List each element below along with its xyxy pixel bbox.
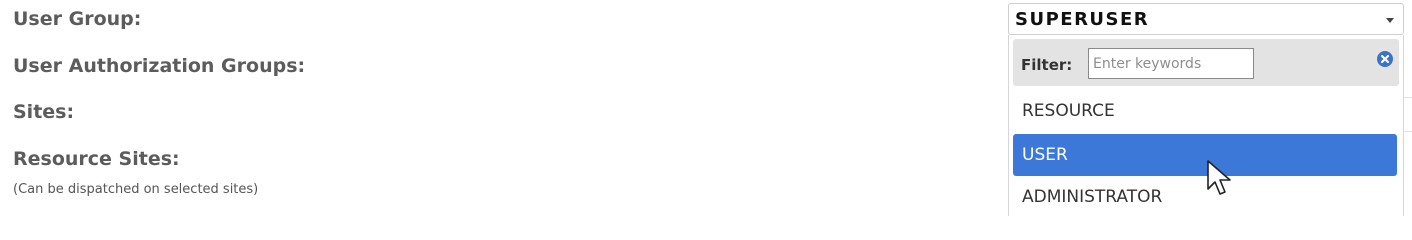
mouse-pointer-icon — [1207, 160, 1231, 195]
filter-label: Filter: — [1021, 56, 1073, 74]
user-group-select[interactable]: SUPERUSER — [1008, 3, 1404, 35]
clear-circle-icon[interactable] — [1377, 51, 1393, 67]
resource-sites-hint: (Can be dispatched on selected sites) — [13, 182, 259, 197]
dropdown-option-administrator[interactable]: ADMINISTRATOR — [1013, 176, 1397, 218]
user-settings-form: User Group: User Authorization Groups: S… — [0, 0, 1412, 216]
resource-sites-label: Resource Sites: — [13, 148, 180, 170]
sites-label: Sites: — [13, 101, 75, 123]
user-group-selected-value: SUPERUSER — [1015, 9, 1150, 30]
user-group-label: User Group: — [13, 8, 142, 30]
dropdown-filter-bar: Filter: — [1013, 39, 1399, 86]
dropdown-option-user[interactable]: USER — [1013, 134, 1397, 176]
dropdown-option-resource[interactable]: RESOURCE — [1013, 90, 1397, 132]
caret-down-icon[interactable] — [1386, 18, 1394, 23]
user-authorization-groups-label: User Authorization Groups: — [13, 55, 306, 77]
filter-keywords-input[interactable] — [1088, 48, 1254, 79]
